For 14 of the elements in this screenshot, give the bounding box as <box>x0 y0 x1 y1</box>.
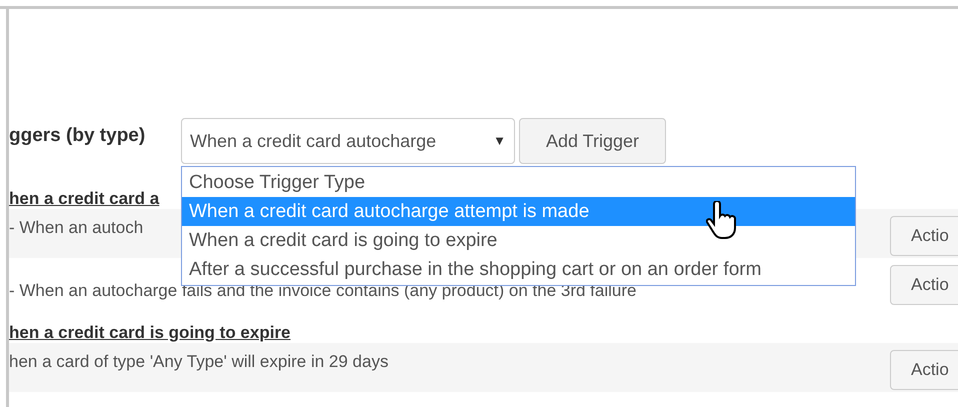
action-description: hen a card of type 'Any Type' will expire in 29 days <box>9 351 388 373</box>
action-description: - When an autoch <box>9 217 144 239</box>
trigger-select[interactable]: When a credit card autocharge ▼ <box>181 118 515 164</box>
dropdown-option[interactable]: After a successful purchase in the shopping cart or on an order form <box>182 255 855 284</box>
caret-icon: ▼ <box>493 131 506 151</box>
add-trigger-button[interactable]: Add Trigger <box>519 118 666 164</box>
action-button[interactable]: Actio <box>890 350 958 390</box>
section-label: ggers (by type) <box>9 124 146 148</box>
trigger-heading: hen a credit card a <box>9 189 160 209</box>
trigger-heading: hen a credit card is going to expire <box>9 323 292 343</box>
action-button[interactable]: Actio <box>890 265 958 305</box>
dropdown-option[interactable]: Choose Trigger Type <box>182 168 855 197</box>
dropdown-option[interactable]: When a credit card is going to expire <box>182 226 855 255</box>
action-button[interactable]: Actio <box>890 216 958 256</box>
